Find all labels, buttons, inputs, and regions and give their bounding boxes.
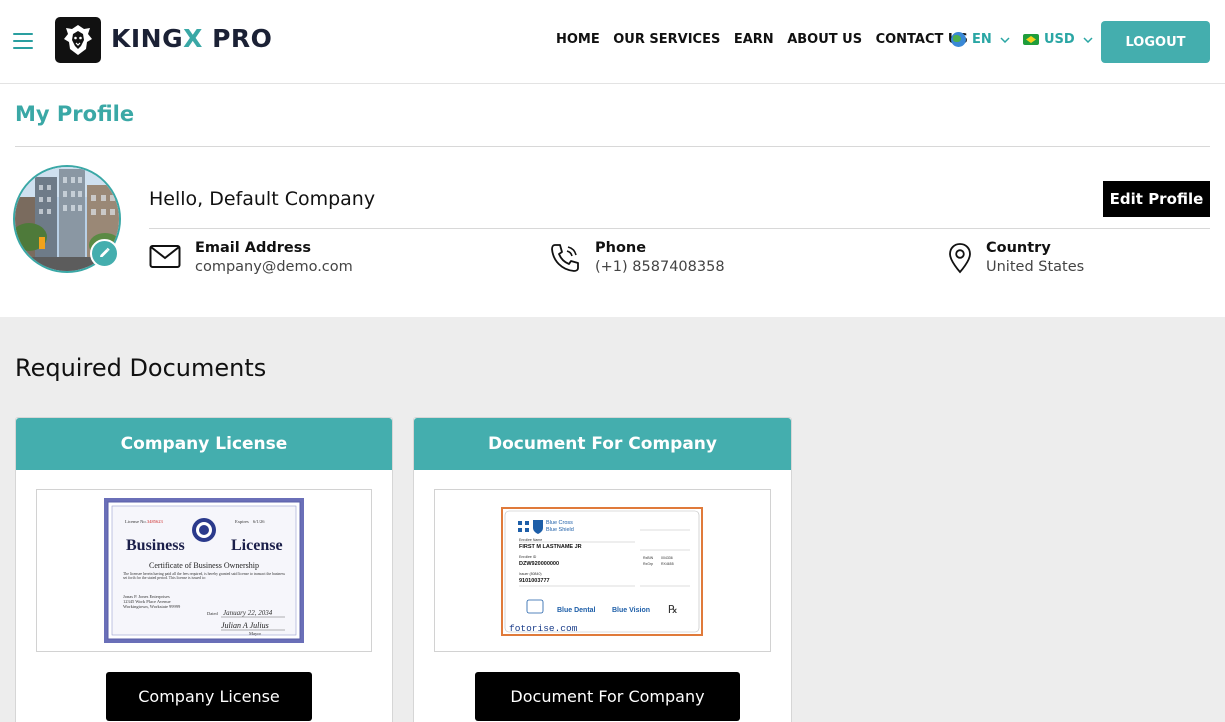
license-expiry: 6/1/26 xyxy=(253,519,265,524)
language-value: EN xyxy=(972,32,992,47)
card-header: Company License xyxy=(16,418,392,470)
license-title-left: Business xyxy=(126,537,185,554)
company-license-button[interactable]: Company License xyxy=(106,672,312,721)
brand-prefix: KING xyxy=(111,24,184,53)
issuer-label: Issuer (80840) xyxy=(519,572,542,576)
email-label: Email Address xyxy=(195,240,312,256)
pencil-icon xyxy=(100,247,110,257)
envelope-icon xyxy=(149,242,181,275)
country-info: Country United States xyxy=(948,240,1084,278)
rxbin-label: RxBIN xyxy=(643,556,654,560)
currency-value: USD xyxy=(1044,32,1075,47)
country-value: United States xyxy=(986,259,1085,275)
brand-name[interactable]: KINGX PRO xyxy=(111,24,272,53)
menu-icon[interactable] xyxy=(13,33,33,49)
enrollee-name-label: Enrollee Name xyxy=(519,538,542,542)
rxgrp-label: RxGrp xyxy=(643,562,653,566)
location-pin-icon xyxy=(948,242,972,278)
email-info: Email Address company@demo.com xyxy=(149,240,353,275)
nav-earn[interactable]: EARN xyxy=(734,32,774,47)
language-selector[interactable]: EN xyxy=(951,32,1010,47)
license-body: The licensee herein having paid all the … xyxy=(123,572,285,581)
documents-title: Required Documents xyxy=(15,354,267,382)
license-number: 3485623 xyxy=(147,519,164,524)
chevron-down-icon xyxy=(1083,32,1093,47)
rx-symbol: ℞ xyxy=(668,604,678,616)
nav-our-services[interactable]: OUR SERVICES xyxy=(613,32,720,47)
phone-value: (+1) 8587408358 xyxy=(595,259,725,275)
phone-info: Phone (+1) 8587408358 xyxy=(549,240,725,278)
license-mayor: Mayor xyxy=(249,631,261,636)
main-nav: HOME OUR SERVICES EARN ABOUT US CONTACT … xyxy=(556,32,981,47)
svg-text:Dated: Dated xyxy=(207,611,218,616)
insurer-name-2: Blue Shield xyxy=(546,527,574,533)
license-date: January 22, 2034 xyxy=(223,609,273,617)
nav-about-us[interactable]: ABOUT US xyxy=(787,32,862,47)
email-value: company@demo.com xyxy=(195,259,353,275)
profile-section: My Profile Hello, Default Company Edit P… xyxy=(0,84,1225,317)
rxbin-value: 004336 xyxy=(661,556,673,560)
chevron-down-icon xyxy=(1000,32,1010,47)
currency-selector[interactable]: USD xyxy=(1023,32,1093,47)
rxgrp-value: RX4655 xyxy=(661,562,674,566)
logout-button[interactable]: LOGOUT xyxy=(1101,21,1210,63)
country-label: Country xyxy=(986,240,1051,256)
enrollee-name: FIRST M LASTNAME JR xyxy=(519,544,582,550)
enrollee-id-label: Enrollee ID xyxy=(519,555,537,559)
brand-x: X xyxy=(183,24,203,53)
edit-avatar-button[interactable] xyxy=(90,239,119,268)
brand-suffix: PRO xyxy=(202,24,273,53)
edit-profile-button[interactable]: Edit Profile xyxy=(1103,181,1210,217)
license-subtitle: Certificate of Business Ownership xyxy=(149,561,259,570)
divider xyxy=(15,146,1210,147)
phone-icon xyxy=(549,242,581,278)
top-header: KINGX PRO HOME OUR SERVICES EARN ABOUT U… xyxy=(0,0,1225,84)
license-signature: Julian A Julius xyxy=(221,621,269,630)
enrollee-id: DZW920000000 xyxy=(519,561,559,567)
insurer-name-1: Blue Cross xyxy=(546,520,573,526)
document-card-company-license: Company License License No. 3485623 Expi… xyxy=(15,417,393,722)
brazil-flag-icon xyxy=(1023,34,1039,45)
watermark-text: fotorise.com xyxy=(509,623,578,634)
svg-text:Expires: Expires xyxy=(235,519,249,524)
blue-dental-label: Blue Dental xyxy=(557,607,596,614)
license-title-right: License xyxy=(231,537,283,554)
phone-label: Phone xyxy=(595,240,647,256)
nav-home[interactable]: HOME xyxy=(556,32,600,47)
divider xyxy=(149,228,1210,229)
lion-logo-icon[interactable] xyxy=(55,17,101,63)
page-title: My Profile xyxy=(15,102,135,126)
greeting: Hello, Default Company xyxy=(149,188,376,210)
issuer-id: 9101003777 xyxy=(519,578,550,584)
document-card-company-document: Document For Company Blue Cross Blue Shi… xyxy=(413,417,792,722)
company-document-thumbnail[interactable]: Blue Cross Blue Shield Enrollee Name FIR… xyxy=(434,489,771,652)
company-license-thumbnail[interactable]: License No. 3485623 Expires 6/1/26 Busin… xyxy=(36,489,372,652)
blue-vision-label: Blue Vision xyxy=(612,607,650,614)
card-header: Document For Company xyxy=(414,418,791,470)
company-document-button[interactable]: Document For Company xyxy=(475,672,740,721)
svg-text:License No.: License No. xyxy=(125,519,147,524)
globe-icon xyxy=(951,32,966,47)
